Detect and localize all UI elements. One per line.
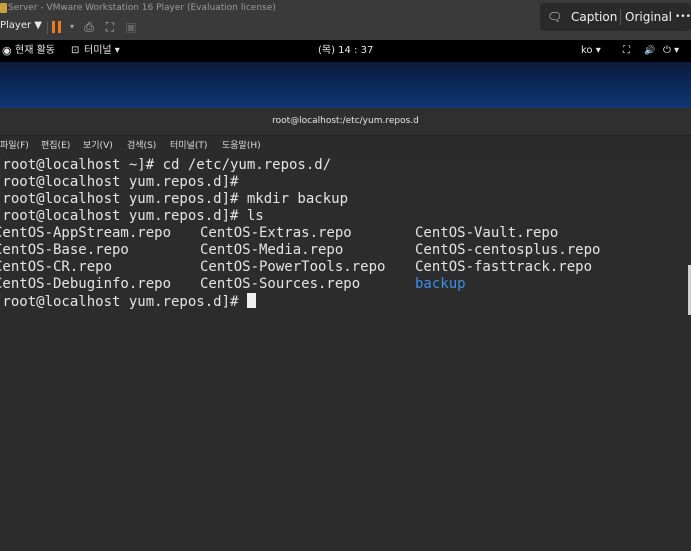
pause-dropdown-icon[interactable]: ▾: [64, 19, 80, 35]
menu-terminal[interactable]: 터미널(T): [170, 136, 207, 156]
menu-edit[interactable]: 편집(E): [41, 136, 70, 156]
text-cursor: [246, 293, 256, 308]
terminal-title: root@localhost:/etc/yum.repos.d: [272, 116, 419, 126]
ls-file: CentOS-Media.repo: [200, 242, 344, 258]
original-button[interactable]: Original: [625, 3, 672, 31]
ls-row: CentOS-CR.repo CentOS-PowerTools.repo Ce…: [0, 259, 592, 276]
ls-row: CentOS-AppStream.repo CentOS-Extras.repo…: [0, 225, 558, 242]
ls-file: CentOS-Debuginfo.repo: [0, 276, 172, 292]
terminal-line: [root@localhost yum.repos.d]# mkdir back…: [0, 191, 349, 207]
menu-help[interactable]: 도움말(H): [222, 136, 261, 156]
caption-button[interactable]: Caption: [571, 3, 617, 31]
app-menu[interactable]: 터미널 ▾: [84, 40, 120, 62]
unity-icon[interactable]: ▣: [123, 19, 139, 35]
comment-icon[interactable]: 🗨: [547, 3, 562, 31]
ls-file: CentOS-Vault.repo: [415, 225, 559, 241]
menu-search[interactable]: 검색(S): [127, 136, 156, 156]
terminal-line: [root@localhost yum.repos.d]# ls: [0, 208, 264, 224]
gnome-top-bar: ◉ 현재 활동 ⊡ 터미널 ▾ (목) 14 : 37 ko ▾ ⛶ 🔊 ⏻ ▾: [0, 40, 691, 62]
terminal-menubar: 파일(F) 편집(E) 보기(V) 검색(S) 터미널(T) 도움말(H): [0, 136, 691, 156]
terminal-line: [root@localhost yum.repos.d]#: [0, 174, 239, 190]
activities-icon: ◉: [2, 44, 12, 57]
network-icon[interactable]: ⛶: [623, 40, 630, 62]
more-options-button[interactable]: •••: [675, 3, 691, 31]
volume-icon[interactable]: 🔊: [644, 40, 655, 62]
terminal-output[interactable]: [root@localhost ~]# cd /etc/yum.repos.d/…: [0, 156, 691, 551]
ls-file: CentOS-Base.repo: [0, 242, 129, 258]
ls-directory-backup: backup: [415, 276, 466, 292]
pause-icon[interactable]: [52, 21, 61, 33]
clock[interactable]: (목) 14 : 37: [318, 40, 373, 62]
ls-file: CentOS-PowerTools.repo: [200, 259, 386, 275]
toolbar-divider: [47, 22, 48, 34]
terminal-line: [root@localhost ~]# cd /etc/yum.repos.d/: [0, 157, 332, 173]
activities-button[interactable]: 현재 활동: [15, 40, 55, 62]
vmware-app-icon: [0, 3, 7, 13]
language-selector[interactable]: ko ▾: [581, 40, 601, 62]
ls-row: CentOS-Base.repo CentOS-Media.repo CentO…: [0, 242, 600, 259]
terminal-app-icon: ⊡: [71, 45, 80, 56]
desktop-background: [0, 62, 691, 108]
ls-file: CentOS-Sources.repo: [200, 276, 361, 292]
prompt-line: [root@localhost yum.repos.d]#: [0, 293, 256, 310]
send-keys-icon[interactable]: ⎙: [81, 19, 97, 35]
fullscreen-icon[interactable]: ⛶: [102, 19, 118, 35]
window-title: Server - VMware Workstation 16 Player (E…: [8, 3, 276, 13]
final-prompt: [root@localhost yum.repos.d]#: [0, 294, 247, 310]
terminal-titlebar: root@localhost:/etc/yum.repos.d: [0, 108, 691, 136]
caption-divider: [620, 9, 621, 25]
menu-view[interactable]: 보기(V): [83, 136, 113, 156]
ls-file: CentOS-centosplus.repo: [415, 242, 601, 258]
power-menu[interactable]: ⏻ ▾: [663, 40, 679, 62]
ls-row: CentOS-Debuginfo.repo CentOS-Sources.rep…: [0, 276, 466, 293]
ls-file: CentOS-fasttrack.repo: [415, 259, 593, 275]
ls-file: CentOS-CR.repo: [0, 259, 113, 275]
ls-file: CentOS-Extras.repo: [200, 225, 352, 241]
caption-controls: 🗨 Caption Original •••: [540, 3, 691, 31]
menu-file[interactable]: 파일(F): [0, 136, 29, 156]
ls-file: CentOS-AppStream.repo: [0, 225, 172, 241]
player-menu[interactable]: Player ▼: [0, 20, 42, 31]
